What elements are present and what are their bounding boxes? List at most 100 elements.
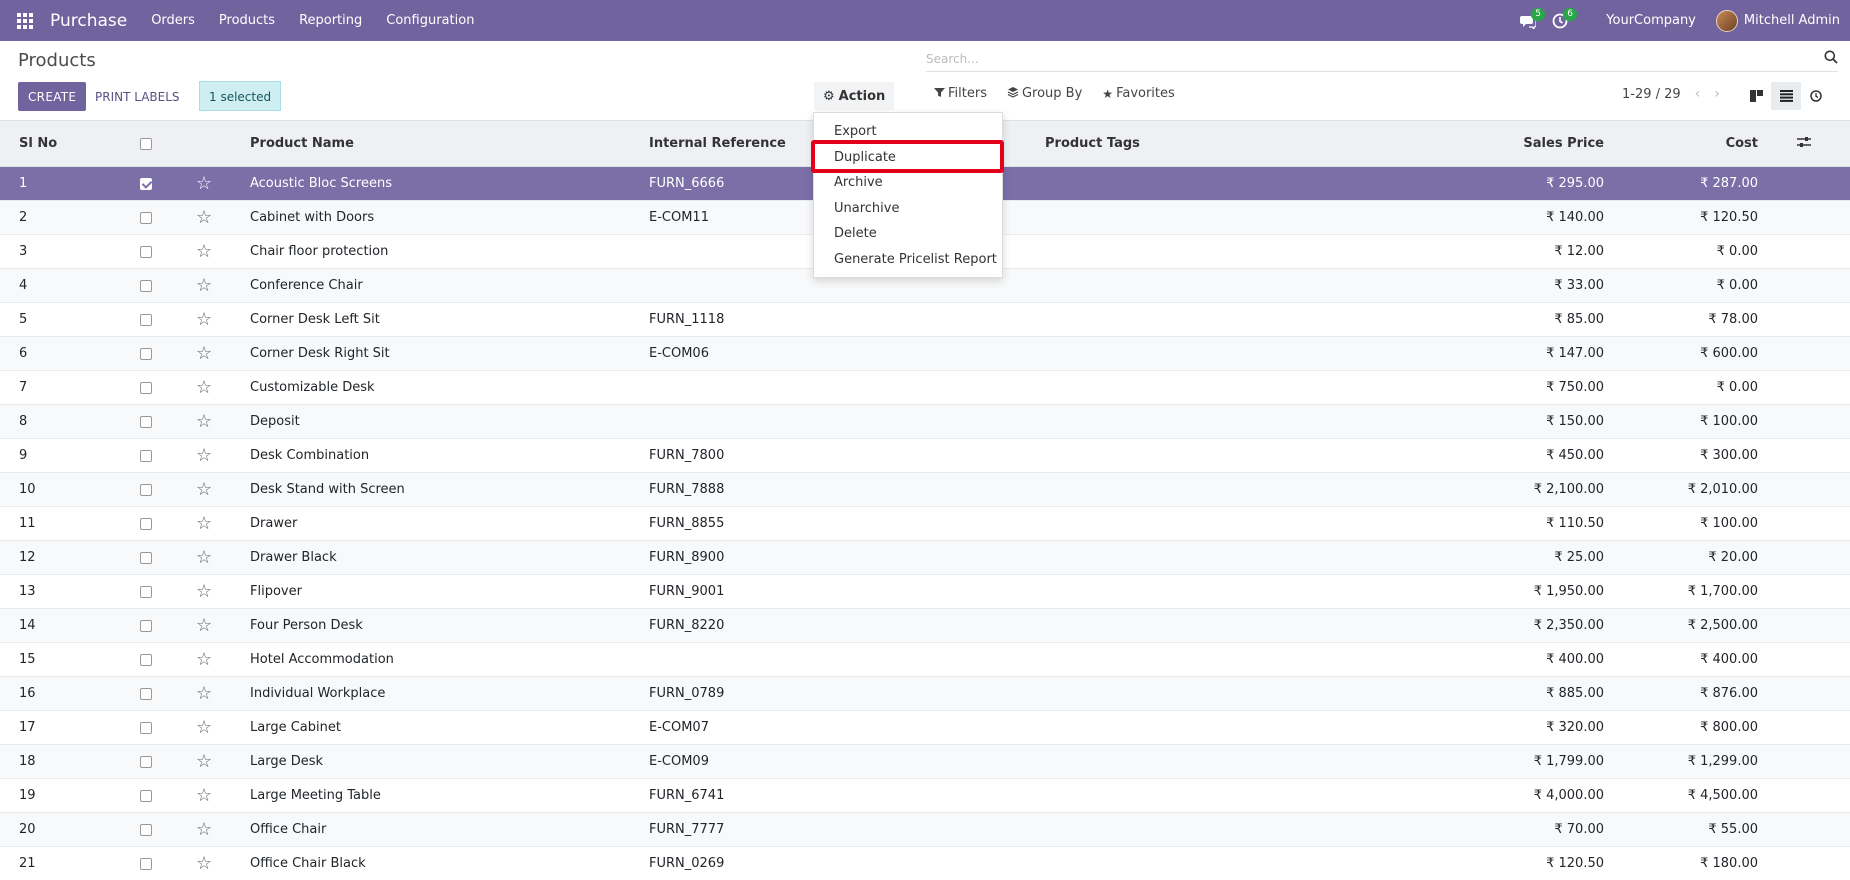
- table-row[interactable]: 8 ☆ Deposit ₹ 150.00 ₹ 100.00: [0, 404, 1850, 439]
- star-icon[interactable]: ☆: [196, 309, 212, 330]
- star-icon[interactable]: ☆: [196, 683, 212, 704]
- table-row[interactable]: 12 ☆ Drawer Black FURN_8900 ₹ 25.00 ₹ 20.00: [0, 540, 1850, 575]
- star-icon[interactable]: ☆: [196, 547, 212, 568]
- table-row[interactable]: 16 ☆ Individual Workplace FURN_0789 ₹ 885.00…: [0, 676, 1850, 711]
- row-checkbox[interactable]: [140, 517, 152, 530]
- star-icon[interactable]: ☆: [196, 615, 212, 636]
- row-checkbox[interactable]: [140, 483, 152, 496]
- row-checkbox[interactable]: [140, 823, 152, 836]
- star-icon[interactable]: ☆: [196, 785, 212, 806]
- table-row[interactable]: 9 ☆ Desk Combination FURN_7800 ₹ 450.00 ₹ 300…: [0, 439, 1850, 473]
- table-row[interactable]: 19 ☆ Large Meeting Table FURN_6741 ₹ 4,000.0…: [0, 779, 1850, 813]
- menu-item-archive[interactable]: Archive: [814, 170, 1002, 196]
- star-icon[interactable]: ☆: [196, 649, 212, 670]
- cell-empty: [1758, 575, 1850, 609]
- star-icon[interactable]: ☆: [196, 207, 212, 228]
- app-brand[interactable]: Purchase: [50, 11, 127, 31]
- nav-orders[interactable]: Orders: [139, 0, 207, 41]
- table-row[interactable]: 14 ☆ Four Person Desk FURN_8220 ₹ 2,350.00 ₹ …: [0, 608, 1850, 643]
- star-icon[interactable]: ☆: [196, 445, 212, 466]
- star-icon[interactable]: ☆: [196, 751, 212, 772]
- star-icon[interactable]: ☆: [196, 819, 212, 840]
- table-row[interactable]: 17 ☆ Large Cabinet E-COM07 ₹ 320.00 ₹ 800.00: [0, 711, 1850, 745]
- star-icon[interactable]: ☆: [196, 173, 212, 194]
- row-checkbox[interactable]: [140, 415, 152, 428]
- pager-value[interactable]: 1-29 / 29: [1622, 87, 1681, 102]
- apps-menu-button[interactable]: [0, 0, 50, 41]
- activities-button[interactable]: 6: [1546, 0, 1578, 41]
- row-checkbox[interactable]: [140, 211, 152, 224]
- table-row[interactable]: 10 ☆ Desk Stand with Screen FURN_7888 ₹ 2,10…: [0, 472, 1850, 507]
- row-checkbox[interactable]: [140, 789, 152, 802]
- favorites-toggle[interactable]: ★ Favorites: [1102, 86, 1175, 101]
- table-row[interactable]: 18 ☆ Large Desk E-COM09 ₹ 1,799.00 ₹ 1,299.00: [0, 744, 1850, 779]
- search-input[interactable]: [926, 48, 1806, 70]
- star-icon[interactable]: ☆: [196, 241, 212, 262]
- nav-products[interactable]: Products: [207, 0, 287, 41]
- header-sales-price[interactable]: Sales Price: [1391, 121, 1604, 167]
- star-icon[interactable]: ☆: [196, 717, 212, 738]
- menu-item-export[interactable]: Export: [814, 119, 1002, 145]
- star-icon[interactable]: ☆: [196, 343, 212, 364]
- header-cost[interactable]: Cost: [1604, 121, 1758, 167]
- table-row[interactable]: 11 ☆ Drawer FURN_8855 ₹ 110.50 ₹ 100.00: [0, 507, 1850, 541]
- row-checkbox[interactable]: [140, 653, 152, 666]
- table-row[interactable]: 5 ☆ Corner Desk Left Sit FURN_1118 ₹ 85.00 ₹ …: [0, 303, 1850, 337]
- menu-item-duplicate[interactable]: Duplicate: [814, 145, 1002, 171]
- menu-item-generate-pricelist-report[interactable]: Generate Pricelist Report: [814, 247, 1002, 273]
- menu-item-delete[interactable]: Delete: [814, 221, 1002, 247]
- menu-item-unarchive[interactable]: Unarchive: [814, 196, 1002, 222]
- star-icon[interactable]: ☆: [196, 377, 212, 398]
- table-row[interactable]: 20 ☆ Office Chair FURN_7777 ₹ 70.00 ₹ 55.00: [0, 812, 1850, 847]
- cell-sl-no: 3: [19, 244, 28, 259]
- row-checkbox[interactable]: [140, 347, 152, 360]
- action-dropdown-button[interactable]: ⚙ Action: [814, 82, 895, 110]
- star-icon[interactable]: ☆: [196, 853, 212, 874]
- cell-product-name: Four Person Desk: [250, 618, 363, 633]
- kanban-view-button[interactable]: [1741, 82, 1771, 110]
- company-switcher[interactable]: YourCompany: [1606, 13, 1696, 28]
- header-product-name[interactable]: Product Name: [250, 121, 649, 167]
- row-checkbox[interactable]: [140, 585, 152, 598]
- user-menu[interactable]: Mitchell Admin: [1715, 9, 1840, 32]
- row-checkbox[interactable]: [140, 245, 152, 258]
- table-row[interactable]: 21 ☆ Office Chair Black FURN_0269 ₹ 120.50 ₹ …: [0, 847, 1850, 880]
- row-checkbox[interactable]: [140, 687, 152, 700]
- create-button[interactable]: CREATE: [18, 82, 87, 111]
- print-labels-button[interactable]: PRINT LABELS: [87, 82, 188, 111]
- select-all-checkbox[interactable]: [140, 137, 152, 150]
- pager-previous-icon[interactable]: ‹: [1695, 86, 1701, 102]
- row-checkbox[interactable]: [140, 177, 152, 190]
- search-icon[interactable]: [1824, 50, 1838, 68]
- table-row[interactable]: 6 ☆ Corner Desk Right Sit E-COM06 ₹ 147.00 ₹ …: [0, 336, 1850, 371]
- star-icon[interactable]: ☆: [196, 513, 212, 534]
- optional-columns-toggle[interactable]: [1758, 121, 1850, 167]
- list-view-button[interactable]: [1771, 82, 1801, 110]
- star-icon[interactable]: ☆: [196, 581, 212, 602]
- pager-next-icon[interactable]: ›: [1714, 86, 1720, 102]
- row-checkbox[interactable]: [140, 551, 152, 564]
- group-by-toggle[interactable]: Group By: [1007, 86, 1082, 101]
- filters-toggle[interactable]: Filters: [934, 86, 987, 101]
- nav-configuration[interactable]: Configuration: [374, 0, 486, 41]
- header-sl-no[interactable]: Sl No: [0, 121, 140, 167]
- table-row[interactable]: 7 ☆ Customizable Desk ₹ 750.00 ₹ 0.00: [0, 371, 1850, 405]
- table-row[interactable]: 13 ☆ Flipover FURN_9001 ₹ 1,950.00 ₹ 1,700.00: [0, 575, 1850, 609]
- star-icon[interactable]: ☆: [196, 275, 212, 296]
- header-product-tags[interactable]: Product Tags: [1045, 121, 1391, 167]
- star-icon[interactable]: ☆: [196, 479, 212, 500]
- messages-button[interactable]: 5: [1514, 0, 1546, 41]
- nav-reporting[interactable]: Reporting: [287, 0, 374, 41]
- row-checkbox[interactable]: [140, 279, 152, 292]
- star-icon[interactable]: ☆: [196, 411, 212, 432]
- row-checkbox[interactable]: [140, 381, 152, 394]
- row-checkbox[interactable]: [140, 755, 152, 768]
- table-row[interactable]: 15 ☆ Hotel Accommodation ₹ 400.00 ₹ 400.00: [0, 643, 1850, 677]
- row-checkbox[interactable]: [140, 313, 152, 326]
- activity-view-button[interactable]: [1801, 82, 1831, 110]
- cell-empty: [1758, 473, 1850, 507]
- row-checkbox[interactable]: [140, 857, 152, 870]
- row-checkbox[interactable]: [140, 619, 152, 632]
- row-checkbox[interactable]: [140, 721, 152, 734]
- row-checkbox[interactable]: [140, 449, 152, 462]
